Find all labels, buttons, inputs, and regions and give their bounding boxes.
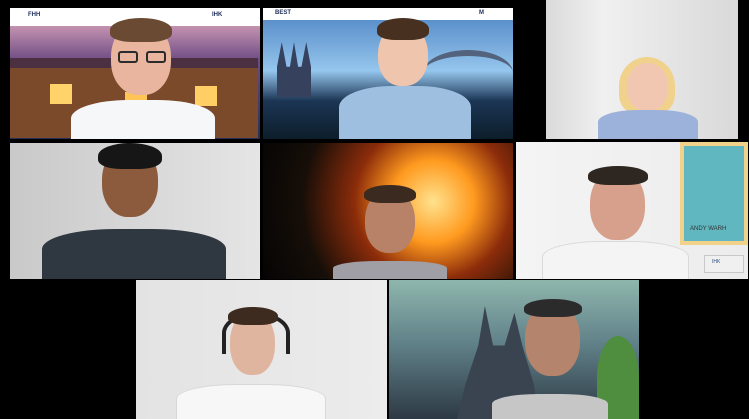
participant-tile-3[interactable]	[546, 0, 738, 139]
logo-fhh: FHH	[28, 12, 41, 18]
participant-tile-2[interactable]: BEST M	[263, 8, 513, 139]
participant-tile-7[interactable]	[136, 280, 387, 419]
poster-text: ANDY WARH	[690, 226, 727, 232]
logo-ihk: IHK	[212, 12, 223, 18]
participant-tile-8[interactable]	[389, 280, 639, 419]
cathedral-shape	[277, 42, 311, 97]
participant-tile-5[interactable]	[263, 143, 513, 279]
desk-sign	[704, 255, 744, 273]
participant-tile-4[interactable]	[10, 143, 260, 279]
logo-banner	[263, 8, 513, 20]
video-conference-grid: FHH IHK BEST M ANDY WARH IHK	[0, 0, 749, 419]
participant-tile-6[interactable]: ANDY WARH IHK	[516, 142, 748, 279]
logo-best: BEST	[275, 10, 292, 16]
participant-tile-1[interactable]: FHH IHK	[10, 8, 260, 139]
building-window-lights	[50, 84, 72, 104]
desk-sign-text: IHK	[712, 259, 721, 265]
logo-m: M	[479, 10, 484, 16]
